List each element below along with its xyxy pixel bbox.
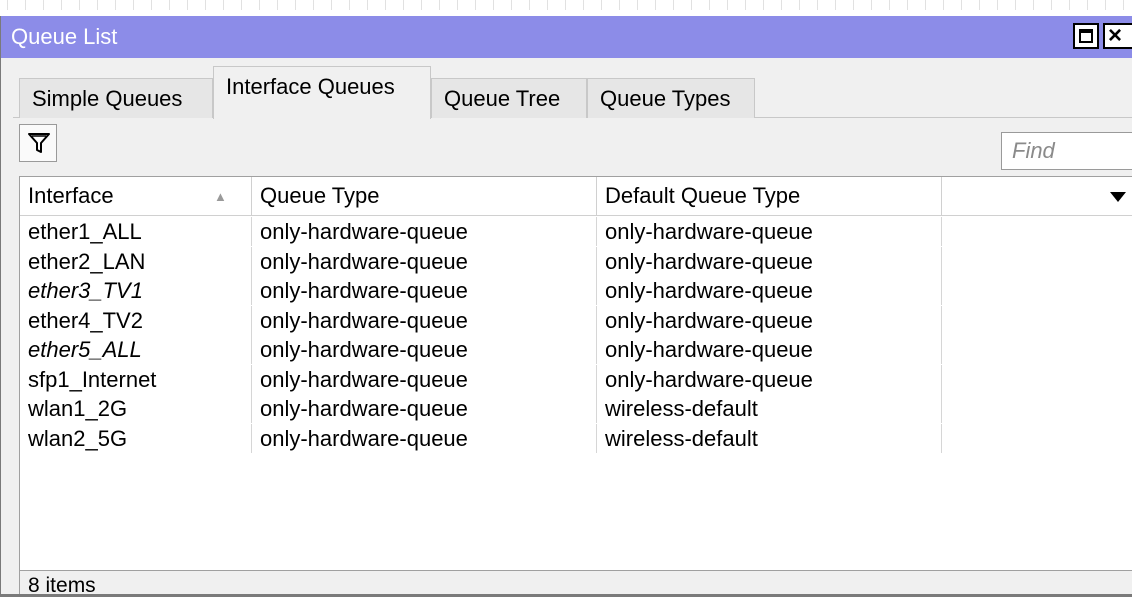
cell-interface: wlan1_2G bbox=[20, 394, 252, 423]
cell-interface: ether1_ALL bbox=[20, 217, 252, 246]
column-header-queue-type[interactable]: Queue Type bbox=[252, 177, 597, 215]
table-row[interactable]: ether5_ALL only-hardware-queue only-hardwa… bbox=[20, 335, 1132, 364]
cell-empty bbox=[942, 424, 1132, 453]
cell-empty bbox=[942, 335, 1132, 364]
cell-empty bbox=[942, 394, 1132, 423]
cell-interface: ether4_TV2 bbox=[20, 305, 252, 335]
queue-list-window: Queue List × Simple Queues Interface Que… bbox=[0, 16, 1132, 597]
cell-empty bbox=[942, 306, 1132, 335]
tab-queue-types[interactable]: Queue Types bbox=[587, 78, 755, 118]
window-title: Queue List bbox=[11, 24, 118, 49]
column-header-empty[interactable] bbox=[942, 177, 1132, 215]
cell-interface: ether2_LAN bbox=[20, 246, 252, 276]
interface-queue-table: Interface ▲ Queue Type Default Queue Typ… bbox=[19, 176, 1132, 571]
cell-default-queue-type: only-hardware-queue bbox=[597, 305, 942, 335]
tab-queue-tree[interactable]: Queue Tree bbox=[431, 78, 587, 118]
cell-queue-type: only-hardware-queue bbox=[252, 276, 597, 305]
table-row[interactable]: ether2_LAN only-hardware-queue only-hardwa… bbox=[20, 246, 1132, 276]
table-row[interactable]: ether1_ALL only-hardware-queue only-hardwa… bbox=[20, 217, 1132, 246]
cell-default-queue-type: only-hardware-queue bbox=[597, 246, 942, 276]
table-row[interactable]: wlan1_2G only-hardware-queue wireless-defa… bbox=[20, 394, 1132, 423]
cell-queue-type: only-hardware-queue bbox=[252, 246, 597, 276]
close-icon[interactable]: × bbox=[1103, 22, 1132, 49]
cell-empty bbox=[942, 247, 1132, 276]
cell-default-queue-type: wireless-default bbox=[597, 423, 942, 453]
table-row[interactable]: sfp1_Internet only-hardware-queue only-har… bbox=[20, 364, 1132, 394]
column-header-interface[interactable]: Interface ▲ bbox=[20, 177, 252, 215]
cell-queue-type: only-hardware-queue bbox=[252, 364, 597, 394]
table-row[interactable]: ether3_TV1 only-hardware-queue only-hardwa… bbox=[20, 276, 1132, 305]
table-row[interactable]: wlan2_5G only-hardware-queue wireless-defa… bbox=[20, 423, 1132, 453]
cell-empty bbox=[942, 365, 1132, 394]
column-menu-dropdown-icon[interactable] bbox=[1110, 192, 1126, 202]
cell-default-queue-type: only-hardware-queue bbox=[597, 364, 942, 394]
cell-queue-type: only-hardware-queue bbox=[252, 217, 597, 246]
cell-default-queue-type: only-hardware-queue bbox=[597, 335, 942, 364]
tab-simple-queues[interactable]: Simple Queues bbox=[19, 78, 213, 118]
cell-default-queue-type: only-hardware-queue bbox=[597, 276, 942, 305]
cell-queue-type: only-hardware-queue bbox=[252, 394, 597, 423]
cell-interface: wlan2_5G bbox=[20, 423, 252, 453]
cell-queue-type: only-hardware-queue bbox=[252, 305, 597, 335]
cell-empty bbox=[942, 276, 1132, 305]
table-header: Interface ▲ Queue Type Default Queue Typ… bbox=[20, 177, 1132, 216]
sort-asc-icon: ▲ bbox=[214, 189, 227, 204]
tab-interface-queues[interactable]: Interface Queues bbox=[213, 66, 431, 119]
cell-interface: sfp1_Internet bbox=[20, 364, 252, 394]
titlebar[interactable]: Queue List × bbox=[1, 16, 1132, 58]
status-bar: 8 items bbox=[19, 570, 1132, 597]
cell-empty bbox=[942, 217, 1132, 246]
find-input[interactable] bbox=[1001, 132, 1132, 170]
maximize-icon[interactable] bbox=[1073, 23, 1099, 49]
cell-default-queue-type: only-hardware-queue bbox=[597, 217, 942, 246]
filter-icon bbox=[28, 133, 50, 153]
filter-button[interactable] bbox=[19, 124, 57, 162]
background-residue bbox=[0, 0, 1132, 16]
cell-queue-type: only-hardware-queue bbox=[252, 335, 597, 364]
column-header-default-queue-type[interactable]: Default Queue Type bbox=[597, 177, 942, 215]
cell-interface: ether5_ALL bbox=[20, 335, 252, 364]
cell-default-queue-type: wireless-default bbox=[597, 394, 942, 423]
table-row[interactable]: ether4_TV2 only-hardware-queue only-hardwa… bbox=[20, 305, 1132, 335]
cell-interface: ether3_TV1 bbox=[20, 276, 252, 305]
cell-queue-type: only-hardware-queue bbox=[252, 423, 597, 453]
